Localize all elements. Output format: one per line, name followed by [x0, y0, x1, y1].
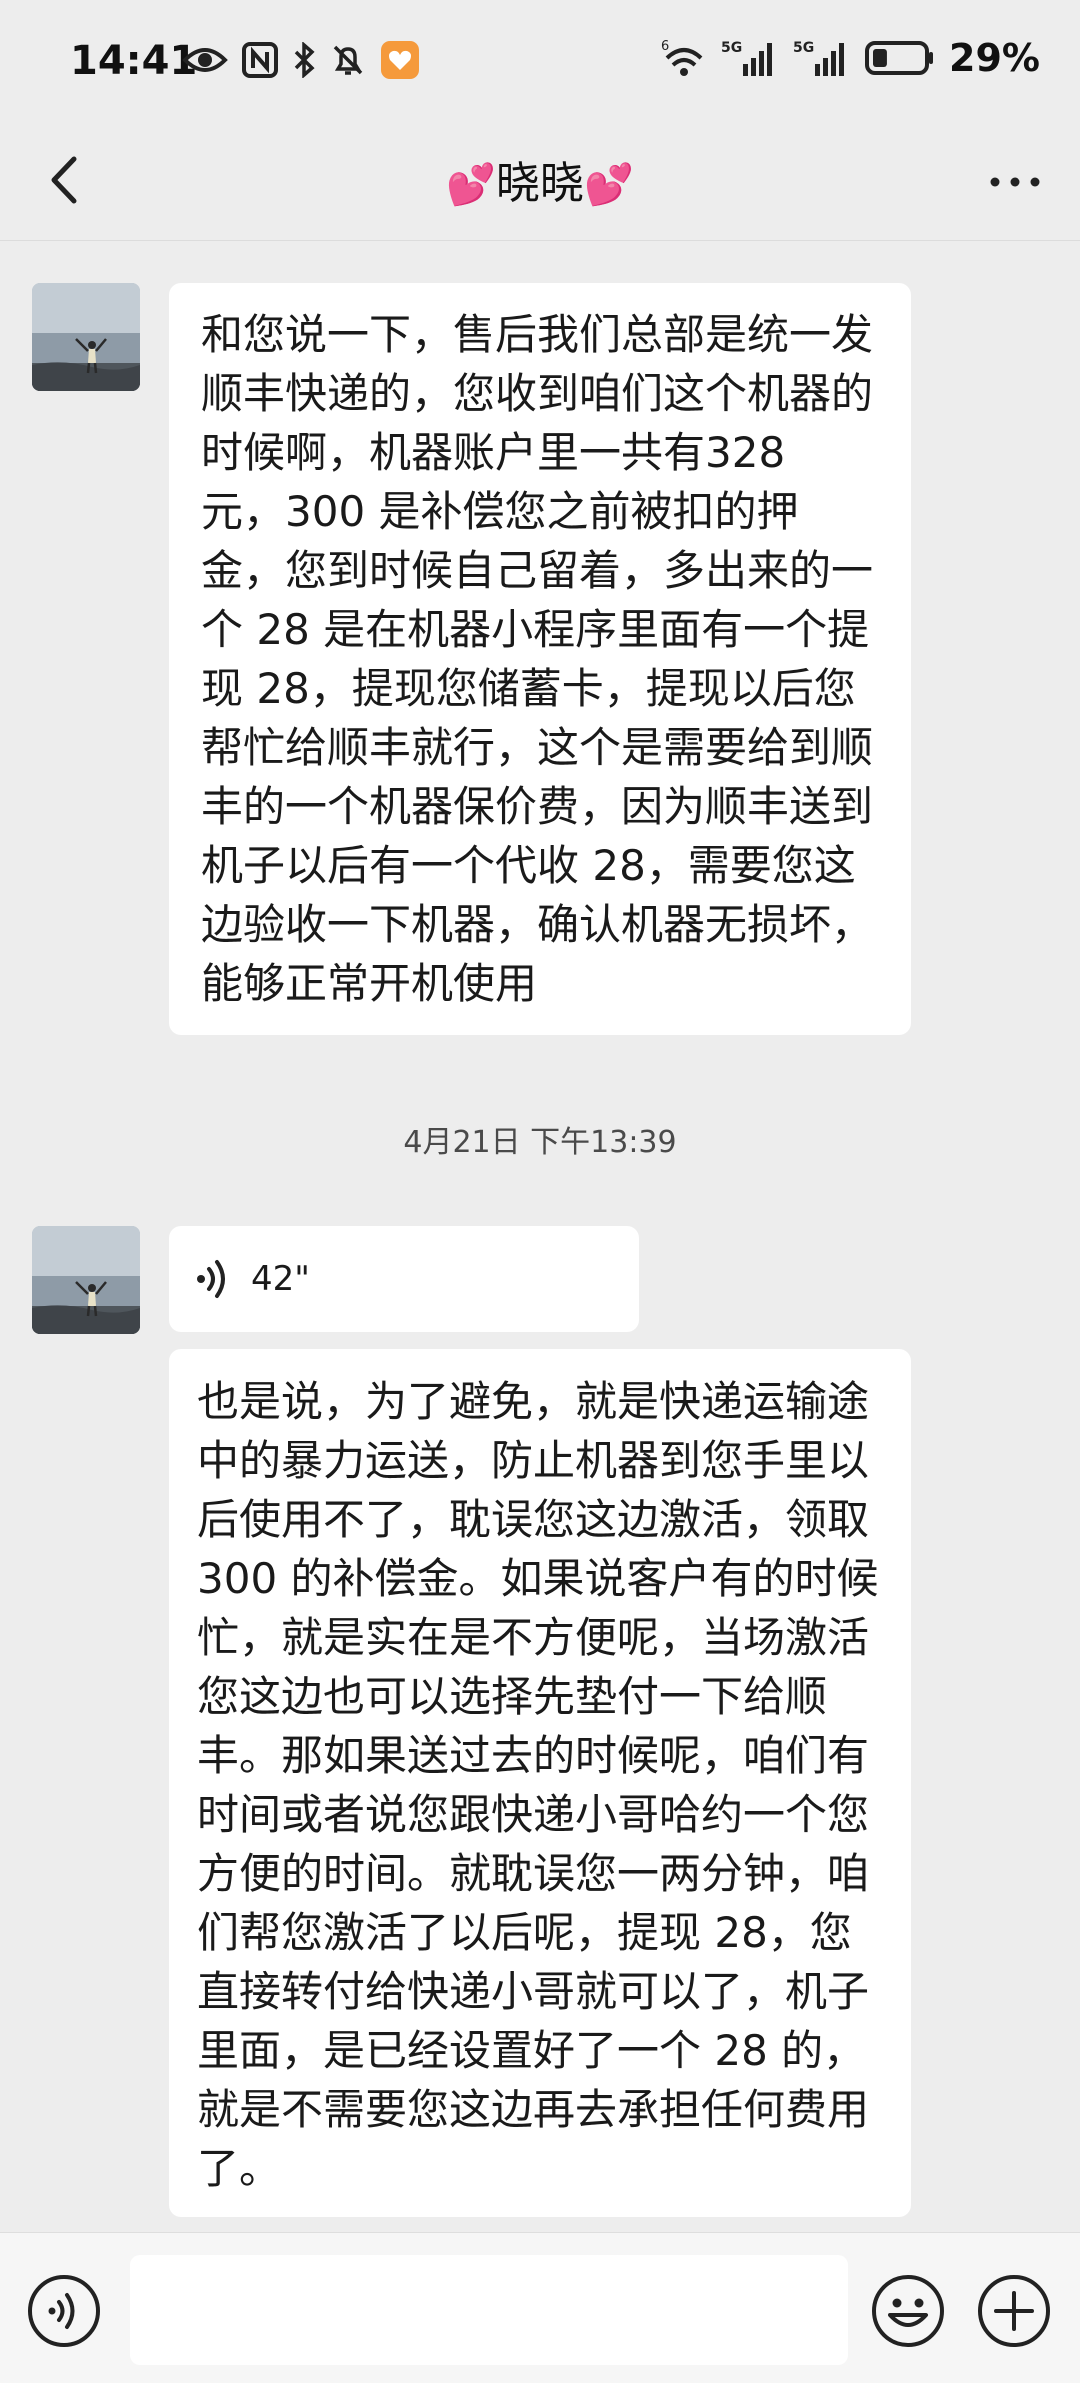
- svg-text:5G: 5G: [721, 40, 742, 56]
- battery-icon: [865, 41, 934, 75]
- voice-duration: 42": [251, 1258, 310, 1299]
- message-text: 和您说一下，售后我们总部是统一发顺丰快递的，您收到咱们这个机器的时候啊，机器账户…: [201, 310, 874, 1008]
- voice-message-bubble[interactable]: 42": [169, 1226, 639, 1332]
- message-bubble-text[interactable]: 和您说一下，售后我们总部是统一发顺丰快递的，您收到咱们这个机器的时候啊，机器账户…: [169, 283, 911, 1035]
- nfc-icon: [242, 42, 278, 78]
- chat-header: 💕晓晓💕: [0, 125, 1080, 241]
- bluetooth-icon: [294, 42, 315, 78]
- battery-percent: 29%: [949, 36, 1040, 80]
- status-bar: 14:41 6 5G 5G 29%: [0, 0, 1080, 125]
- bell-off-icon: [333, 45, 363, 75]
- signal-5g-icon-1: 5G: [721, 40, 773, 76]
- voice-wave-icon: [197, 1260, 225, 1298]
- message-text: 也是说，为了避免，就是快递运输途中的暴力运送，防止机器到您手里以后使用不了，耽误…: [197, 1377, 879, 2193]
- contact-name: 晓晓: [496, 158, 584, 209]
- contact-avatar[interactable]: [32, 283, 140, 391]
- more-options-icon[interactable]: [980, 147, 1050, 217]
- message-input[interactable]: [130, 2255, 848, 2365]
- contact-avatar[interactable]: [32, 1226, 140, 1334]
- svg-text:5G: 5G: [793, 40, 814, 56]
- emoji-icon[interactable]: [870, 2273, 946, 2349]
- message-bubble-text[interactable]: 也是说，为了避免，就是快递运输途中的暴力运送，防止机器到您手里以后使用不了，耽误…: [169, 1349, 911, 2217]
- app-notification-icon: [381, 41, 419, 79]
- avatar-photo: [32, 283, 140, 391]
- message-timestamp: 4月21日 下午13:39: [403, 1125, 677, 1160]
- status-time: 14:41: [70, 38, 198, 84]
- wifi-icon: 6: [661, 39, 703, 76]
- chat-input-bar: [0, 2232, 1080, 2383]
- heart-emoji-left: 💕: [446, 162, 496, 208]
- voice-input-toggle-icon[interactable]: [26, 2273, 102, 2349]
- avatar-photo: [32, 1226, 140, 1334]
- heart-emoji-right: 💕: [584, 162, 634, 208]
- chat-title: 💕晓晓💕: [0, 147, 1080, 211]
- status-right: 6 5G 5G 29%: [661, 36, 1040, 80]
- status-left-icons: [182, 40, 420, 80]
- signal-5g-icon-2: 5G: [793, 40, 845, 76]
- add-attachment-icon[interactable]: [976, 2273, 1052, 2349]
- eye-icon: [182, 48, 228, 72]
- svg-text:6: 6: [661, 39, 669, 54]
